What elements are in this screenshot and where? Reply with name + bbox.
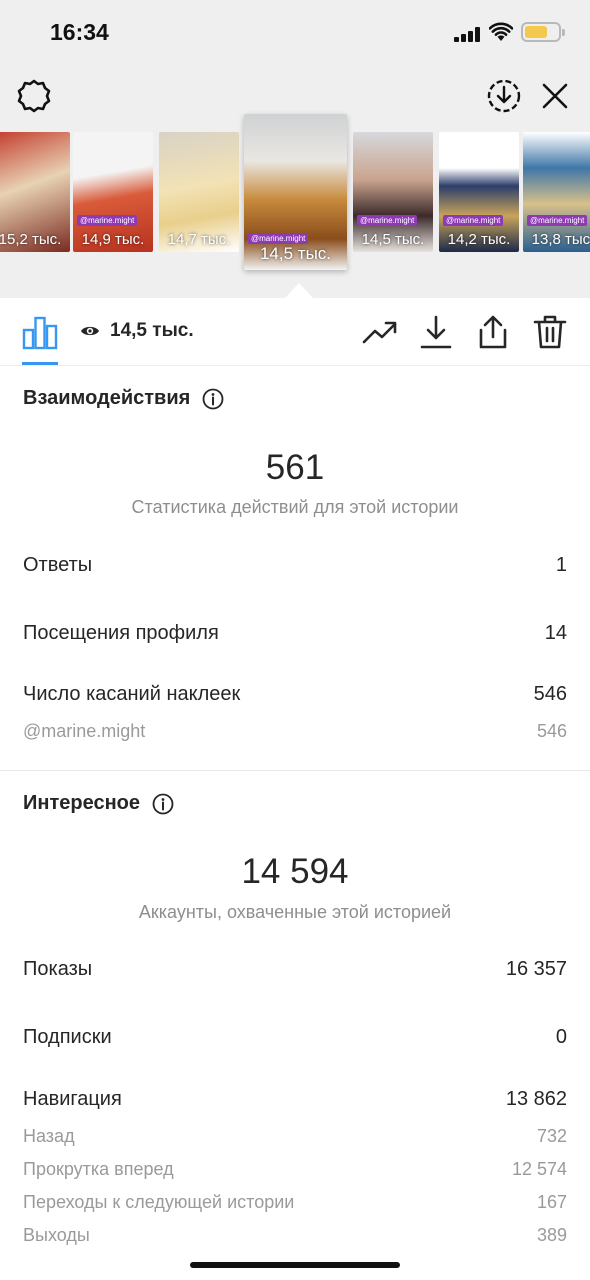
close-icon [542,83,568,109]
story-mention-tag: @marine.might [527,215,588,226]
interactions-title: Взаимодействия [23,387,191,409]
stat-value: 167 [536,1192,567,1212]
story-thumbnail[interactable]: @marine.might 13,8 тыс. [523,132,590,252]
battery-level [525,26,547,38]
share-button[interactable] [475,314,511,350]
stat-label: Навигация [23,1088,122,1110]
stat-subrow-forward: Прокрутка вперед 12 574 [23,1159,567,1180]
story-mention-tag: @marine.might [77,215,138,226]
viewers-count: 14,5 тыс. [110,320,194,341]
story-views: 14,2 тыс. [447,231,511,248]
story-thumbnail[interactable]: @marine.might 14,2 тыс. [439,132,519,252]
interactions-total: 561 [265,448,325,487]
stat-value: 16 357 [505,958,567,980]
selected-story-pointer [285,283,313,298]
interactions-section-title: Взаимодействия [23,387,224,410]
story-views: 13,8 тыс. [531,231,590,248]
story-views: 14,5 тыс. [259,244,332,263]
info-icon[interactable] [202,388,224,410]
stat-value: 13 862 [505,1088,567,1110]
stat-subrow-next-story: Переходы к следующей истории 167 [23,1192,567,1213]
story-toolbar: 14,5 тыс. [0,298,590,366]
delete-button[interactable] [532,314,568,350]
stat-label: Подписки [23,1026,112,1048]
status-bar: 16:34 [0,0,590,70]
home-indicator[interactable] [190,1262,400,1268]
interactions-caption: Статистика действий для этой истории [131,497,459,517]
stat-label: Назад [23,1126,75,1146]
story-views: 14,9 тыс. [81,231,145,248]
stat-label: Выходы [23,1225,90,1245]
stat-row-navigation: Навигация 13 862 [23,1088,567,1111]
stat-value: 14 [544,622,567,644]
promote-button[interactable] [362,314,398,350]
section-divider [0,770,590,771]
discovery-caption: Аккаунты, охваченные этой историей [138,902,452,922]
story-mention-tag: @marine.might [357,215,418,226]
stat-label: Прокрутка вперед [23,1159,174,1179]
download-button[interactable] [418,314,454,350]
stat-subrow-exits: Выходы 389 [23,1225,567,1246]
story-thumbnail[interactable]: @marine.might 14,9 тыс. [73,132,153,252]
status-time: 16:34 [50,19,109,45]
stat-row-follows: Подписки 0 [23,1026,567,1049]
story-views: 14,7 тыс. [167,231,231,248]
settings-icon [17,79,51,113]
stat-label: Посещения профиля [23,622,219,644]
story-thumbnail[interactable]: @marine.might 14,5 тыс. [353,132,433,252]
stat-value: 389 [536,1225,567,1245]
story-views: 14,5 тыс. [361,231,425,248]
stat-subrow-mention[interactable]: @marine.might 546 [23,721,567,742]
battery-icon [521,22,565,42]
discovery-section-title: Интересное [23,792,174,815]
trend-icon [362,321,397,344]
share-icon [479,315,507,349]
story-thumbnails-strip: 15,2 тыс. @marine.might 14,9 тыс. 14,7 т… [0,114,590,272]
save-story-button[interactable] [484,76,524,116]
info-icon[interactable] [152,793,174,815]
discovery-title: Интересное [23,792,140,814]
wifi-icon [489,22,513,41]
stat-row-replies: Ответы 1 [23,554,567,577]
stat-value: 0 [555,1026,567,1048]
story-preview-area: 16:34 15,2 тыс. @marine.might 14,9 тыс. … [0,0,590,298]
stat-subrow-back: Назад 732 [23,1126,567,1147]
stat-label: Показы [23,958,93,980]
story-views: 15,2 тыс. [0,231,62,248]
stat-label: Ответы [23,554,93,576]
stat-value: 1 [555,554,567,576]
stat-value: 546 [533,683,567,705]
stat-value: 732 [536,1126,567,1146]
stat-label: Число касаний наклеек [23,683,241,705]
stat-label: Переходы к следующей истории [23,1192,295,1212]
download-circle-icon [487,79,521,113]
viewers-button[interactable]: 14,5 тыс. [80,320,194,342]
insights-tab[interactable] [22,314,58,350]
story-thumbnail[interactable]: 14,7 тыс. [159,132,239,252]
eye-icon [81,326,99,336]
story-mention-tag: @marine.might [443,215,504,226]
download-icon [420,315,452,349]
stat-value: 546 [536,721,567,741]
discovery-total: 14 594 [241,852,349,891]
stat-label: @marine.might [23,721,146,741]
bar-chart-icon [22,316,58,350]
story-thumbnail[interactable]: 15,2 тыс. [0,132,70,252]
stat-row-profile-visits: Посещения профиля 14 [23,622,567,645]
close-button[interactable] [535,76,575,116]
active-tab-indicator [22,362,58,365]
trash-icon [533,315,567,349]
story-thumbnail-selected[interactable]: @marine.might 14,5 тыс. [244,114,347,270]
story-mention-tag: @marine.might [248,233,309,244]
cellular-signal-icon [454,26,482,42]
stat-row-sticker-taps: Число касаний наклеек 546 [23,683,567,706]
stat-value: 12 574 [511,1159,567,1179]
settings-button[interactable] [14,76,54,116]
stat-row-impressions: Показы 16 357 [23,958,567,981]
